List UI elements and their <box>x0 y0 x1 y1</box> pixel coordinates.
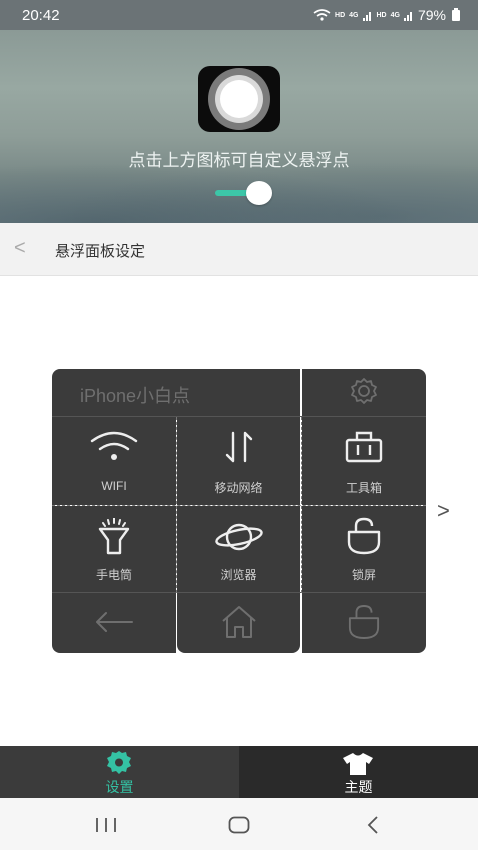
gear-icon <box>107 751 131 774</box>
tab-label: 主题 <box>344 779 373 795</box>
lock-icon <box>347 517 381 555</box>
hero-hint: 点击上方图标可自定义悬浮点 <box>128 151 350 170</box>
panel-home-cell[interactable] <box>177 593 300 653</box>
signal-icon <box>362 11 371 21</box>
page-title: 悬浮面板设定 <box>55 243 146 260</box>
signal-icon-2 <box>403 11 412 21</box>
float-dot-icon[interactable] <box>198 66 280 132</box>
grid-divider <box>301 417 302 593</box>
flashlight-icon <box>98 518 130 555</box>
home-button-icon[interactable] <box>228 816 250 834</box>
home-icon <box>222 606 256 638</box>
grid-divider <box>52 592 426 593</box>
tab-settings[interactable]: 设置 <box>0 746 239 798</box>
gear-outline-icon <box>351 378 377 404</box>
item-label: 移动网络 <box>214 481 263 495</box>
panel-item-browser[interactable]: 浏览器 <box>177 506 300 592</box>
back-nav-icon[interactable] <box>366 815 380 835</box>
battery-icon <box>452 7 460 21</box>
tab-theme[interactable]: 主题 <box>239 746 478 798</box>
item-label: 浏览器 <box>220 568 257 582</box>
panel-item-mobile-data[interactable]: 移动网络 <box>177 417 300 505</box>
bottom-tab-bar: 设置 主题 <box>0 746 478 798</box>
panel-name: iPhone小白点 <box>80 386 191 406</box>
recent-apps-icon[interactable] <box>95 817 117 833</box>
panel-name-cell[interactable]: iPhone小白点 <box>52 369 300 416</box>
wifi-icon <box>90 431 138 460</box>
grid-divider <box>52 416 426 417</box>
mobile-data-icon <box>225 431 253 463</box>
panel-item-flashlight[interactable]: 手电筒 <box>52 506 176 592</box>
panel-item-wifi[interactable]: WIFI <box>52 417 176 505</box>
tshirt-icon <box>343 753 373 775</box>
arrow-left-icon <box>96 612 133 632</box>
toolbox-icon <box>345 431 383 463</box>
status-time: 20:42 <box>22 7 60 24</box>
panel-item-toolbox[interactable]: 工具箱 <box>302 417 426 505</box>
status-bar: 20:42 HD 4G HD 4G 79% <box>0 0 478 30</box>
float-panel-preview: iPhone小白点 WIFI 移动网络 工具箱 手电筒 浏览器 锁屏 <box>52 369 426 653</box>
item-label: WIFI <box>101 479 127 493</box>
network-label-hd-2: HD <box>376 11 387 19</box>
wifi-status-icon <box>313 9 331 21</box>
panel-lock-cell[interactable] <box>302 593 426 653</box>
toggle-knob <box>246 181 272 205</box>
hero-banner: 点击上方图标可自定义悬浮点 <box>0 30 478 223</box>
grid-divider <box>176 417 177 593</box>
lock-outline-icon <box>348 605 380 639</box>
title-bar: < 悬浮面板设定 <box>0 223 478 276</box>
panel-settings-cell[interactable] <box>302 369 426 416</box>
panel-back-cell[interactable] <box>52 593 176 653</box>
network-label-4g-2: 4G <box>390 11 400 19</box>
network-label-4g: 4G <box>349 11 359 19</box>
item-label: 手电筒 <box>95 568 132 582</box>
system-nav-bar <box>0 798 478 850</box>
grid-divider <box>52 505 426 506</box>
browser-icon <box>215 523 263 551</box>
back-button[interactable]: < <box>14 237 26 260</box>
float-dot-core <box>220 80 258 118</box>
float-toggle[interactable] <box>215 181 272 205</box>
tab-label: 设置 <box>105 779 134 795</box>
battery-percent: 79% <box>417 7 446 23</box>
status-icons: HD 4G HD 4G 79% <box>313 7 460 23</box>
panel-item-lock[interactable]: 锁屏 <box>302 506 426 592</box>
item-label: 锁屏 <box>351 568 376 582</box>
network-label-hd: HD <box>335 11 346 19</box>
item-label: 工具箱 <box>345 481 382 495</box>
next-arrow-button[interactable]: > <box>437 498 450 524</box>
